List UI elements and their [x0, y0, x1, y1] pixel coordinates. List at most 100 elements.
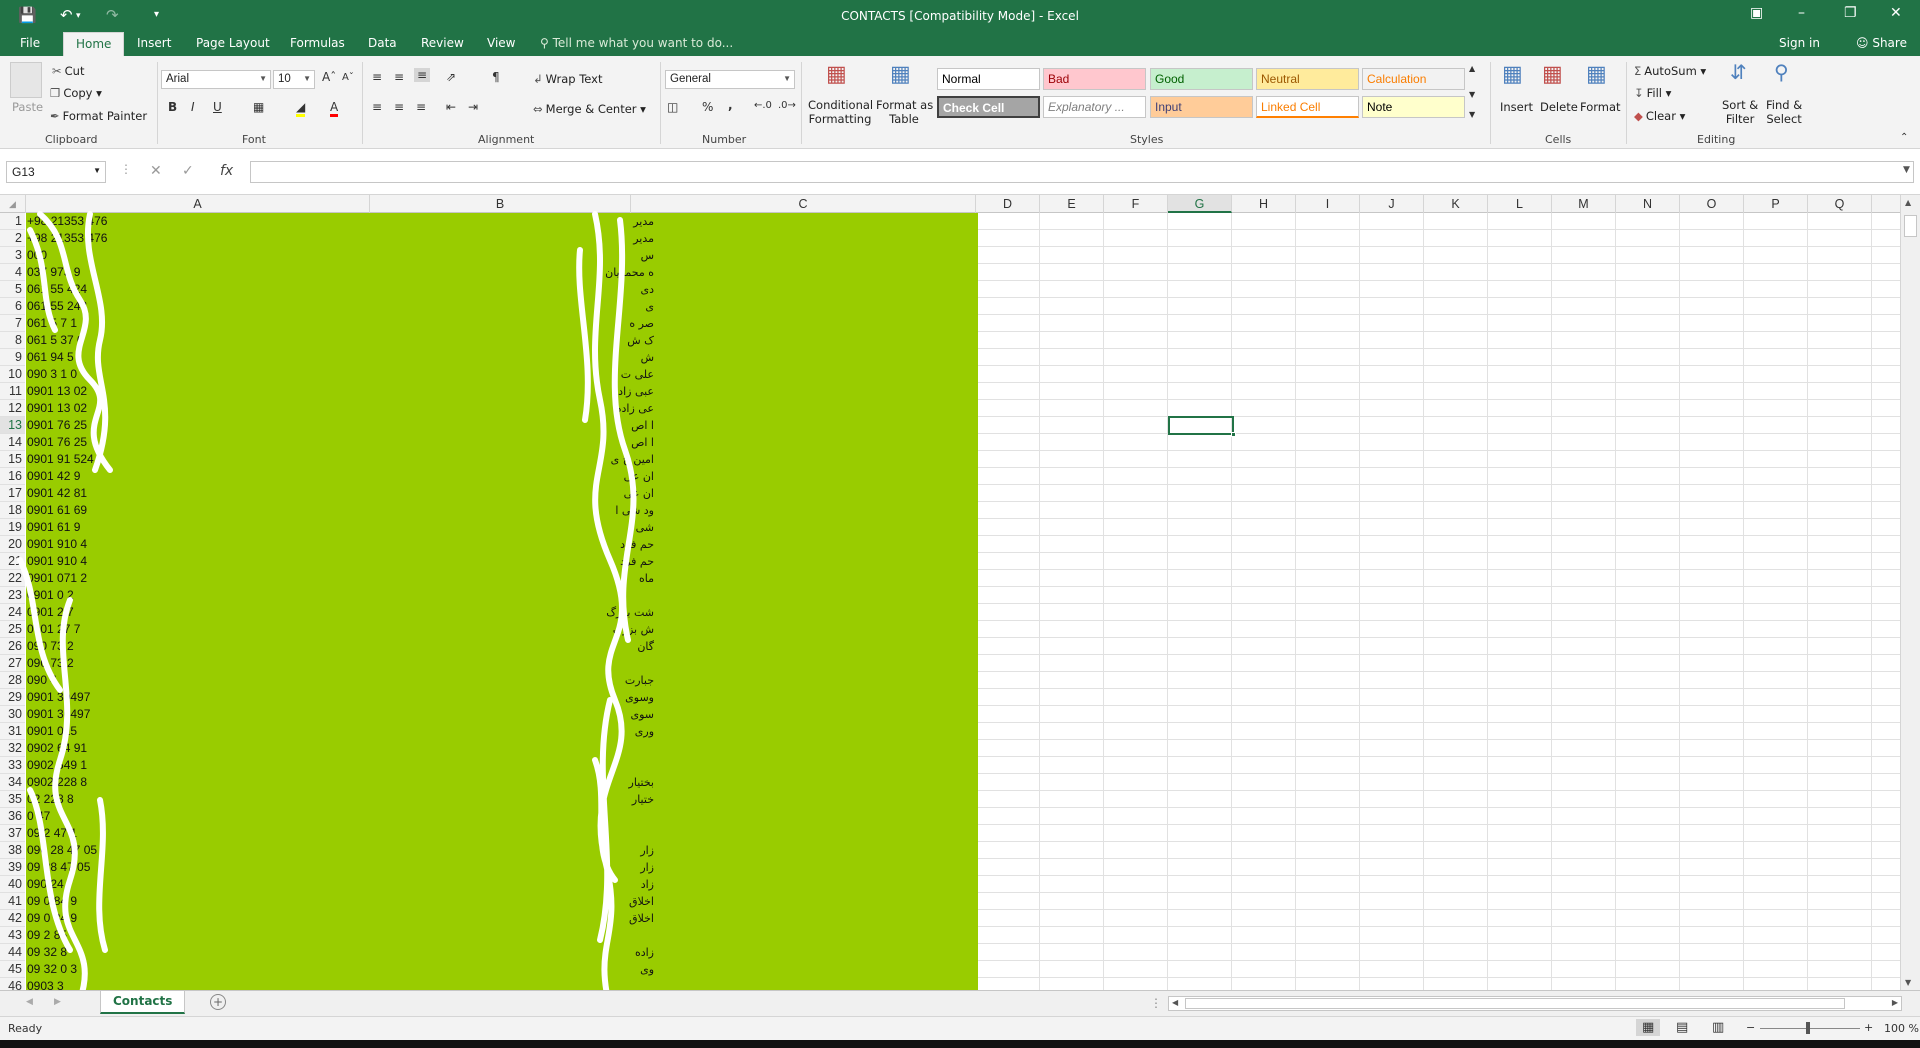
italic-button[interactable]: I	[191, 100, 195, 114]
close-icon[interactable]: ✕	[1890, 5, 1902, 21]
number-format-select[interactable]: General ▼	[665, 70, 795, 89]
row-header[interactable]: 37	[0, 825, 25, 842]
row-header[interactable]: 29	[0, 689, 25, 706]
cell-b-name[interactable]: شی ا	[366, 519, 656, 536]
row-header[interactable]: 14	[0, 434, 25, 451]
cell-a-phone[interactable]: 0901 30497	[26, 706, 90, 723]
align-top-icon[interactable]: ≡	[372, 70, 382, 84]
cell-b-name[interactable]: ا اص	[366, 417, 656, 434]
fill-handle[interactable]	[1231, 432, 1236, 437]
cell-a-phone[interactable]: 0901 76 25	[26, 434, 87, 451]
merge-center-button[interactable]: ⇔ Merge & Center ▾	[533, 102, 646, 116]
cell-a-phone[interactable]: 061 94 5	[26, 349, 74, 366]
format-as-table-button[interactable]: Format as Table	[876, 98, 933, 126]
decrease-font-icon[interactable]: Aˇ	[342, 72, 354, 83]
cell-a-phone[interactable]: 0901 015	[26, 723, 77, 740]
collapse-ribbon-icon[interactable]: ⌃	[1900, 132, 1908, 143]
cell-a-phone[interactable]: 0901 071 2	[26, 570, 87, 587]
share-button[interactable]: ☺ Share	[1856, 36, 1907, 50]
row-header[interactable]: 33	[0, 757, 25, 774]
worksheet-grid[interactable]: ◢ ABCDEFGHIJKLMNOPQ +98 21353 476 مدیر +98…	[0, 195, 1900, 990]
cell-a-phone[interactable]: 037 973 9	[26, 264, 80, 281]
font-name-select[interactable]: Arial ▼	[161, 70, 271, 89]
cell-a-phone[interactable]: 061 5 37 0	[26, 332, 84, 349]
cancel-icon[interactable]: ✕	[150, 163, 162, 179]
row-header[interactable]: 15	[0, 451, 25, 468]
cell-a-phone[interactable]: 09 32 8	[26, 944, 67, 961]
cell-b-name[interactable]: بختیار	[366, 774, 656, 791]
font-color-icon[interactable]: A	[330, 100, 339, 117]
scroll-down-icon[interactable]: ▼	[1905, 978, 1911, 987]
horizontal-scrollbar[interactable]: ◀ ▶	[1168, 996, 1902, 1011]
column-header-l[interactable]: L	[1488, 195, 1552, 213]
tab-home[interactable]: Home	[63, 32, 125, 56]
row-header[interactable]: 8	[0, 332, 25, 349]
cell-b-name[interactable]: شت بزرگ	[366, 604, 656, 621]
enter-icon[interactable]: ✓	[182, 163, 194, 179]
normal-view-icon[interactable]: ▦	[1636, 1019, 1661, 1036]
gallery-more-icon[interactable]: ▼	[1469, 110, 1475, 119]
cell-a-phone[interactable]: 0901 61 9	[26, 519, 80, 536]
bold-button[interactable]: B	[168, 100, 177, 114]
row-header[interactable]: 3	[0, 247, 25, 264]
cell-a-phone[interactable]: 0901 2 7	[26, 604, 74, 621]
cell-b-name[interactable]: زاده	[366, 944, 656, 961]
row-header[interactable]: 7	[0, 315, 25, 332]
split-handle-icon[interactable]: ⋮	[1150, 996, 1162, 1010]
horizontal-scroll-thumb[interactable]	[1185, 998, 1845, 1009]
delete-cells-icon[interactable]: ▦	[1542, 62, 1563, 87]
currency-icon[interactable]: ◫	[667, 100, 678, 114]
row-header[interactable]: 31	[0, 723, 25, 740]
column-header-f[interactable]: F	[1104, 195, 1168, 213]
cell-b-name[interactable]: ه محمدیان	[366, 264, 656, 281]
cell-style-input[interactable]: Input	[1150, 96, 1253, 118]
cell-style-check-cell[interactable]: Check Cell	[937, 96, 1040, 118]
cell-a-phone[interactable]: 09 0 84 9	[26, 893, 77, 910]
select-all-corner[interactable]: ◢	[0, 195, 26, 213]
selected-cell-g13[interactable]	[1168, 416, 1236, 437]
increase-decimal-icon[interactable]: ←.0	[754, 100, 772, 111]
cell-b-name[interactable]: مدیر	[366, 230, 656, 247]
cell-b-name[interactable]: دی	[366, 281, 656, 298]
orientation-icon[interactable]: ⇗	[446, 70, 456, 84]
sheet-tab-contacts[interactable]: Contacts	[100, 991, 186, 1014]
column-header-a[interactable]: A	[26, 195, 370, 213]
find-select-button[interactable]: Find & Select	[1766, 98, 1802, 126]
cell-style-linked-cell[interactable]: Linked Cell	[1256, 96, 1359, 118]
cell-b-name[interactable]: امین خ ی	[366, 451, 656, 468]
conditional-formatting-icon[interactable]: ▦	[826, 62, 847, 87]
cell-style-neutral[interactable]: Neutral	[1256, 68, 1359, 90]
cell-a-phone[interactable]: 0901 13 02	[26, 383, 87, 400]
tab-insert[interactable]: Insert	[137, 36, 171, 50]
page-layout-view-icon[interactable]: ▤	[1676, 1020, 1688, 1035]
column-header-e[interactable]: E	[1040, 195, 1104, 213]
find-icon[interactable]: ⚲	[1774, 60, 1789, 84]
delete-cells-button[interactable]: Delete	[1540, 100, 1578, 114]
cell-a-phone[interactable]: 09 2 85	[26, 927, 67, 944]
format-as-table-icon[interactable]: ▦	[890, 62, 911, 87]
cell-b-name[interactable]	[366, 655, 656, 672]
cell-b-name[interactable]	[366, 978, 656, 990]
cell-a-phone[interactable]: 02 228 8	[26, 791, 74, 808]
scroll-right-icon[interactable]: ▶	[1892, 998, 1898, 1007]
sort-filter-button[interactable]: Sort & Filter	[1722, 98, 1758, 126]
cell-b-name[interactable]: زار	[366, 859, 656, 876]
minimize-icon[interactable]: –	[1798, 5, 1805, 21]
comma-button[interactable]: ,	[728, 98, 733, 112]
zoom-in-icon[interactable]: +	[1864, 1021, 1873, 1034]
wrap-text-button[interactable]: ↲ Wrap Text	[533, 72, 602, 86]
cell-a-phone[interactable]: 090 3 1 0	[26, 366, 77, 383]
row-header[interactable]: 26	[0, 638, 25, 655]
percent-button[interactable]: %	[702, 100, 713, 114]
cell-a-phone[interactable]: 0901 910 4	[26, 553, 87, 570]
decrease-indent-icon[interactable]: ⇤	[446, 100, 456, 114]
cells-area[interactable]: +98 21353 476 مدیر +98 21353 476 مدیر 000 س 03…	[26, 213, 1900, 990]
tab-data[interactable]: Data	[368, 36, 397, 50]
add-sheet-icon[interactable]: +	[210, 994, 226, 1010]
cell-a-phone[interactable]: 0901 61 69	[26, 502, 87, 519]
row-header[interactable]: 30	[0, 706, 25, 723]
row-header[interactable]: 12	[0, 400, 25, 417]
cell-a-phone[interactable]: 090 4	[26, 672, 57, 689]
row-header[interactable]: 42	[0, 910, 25, 927]
cell-a-phone[interactable]: 09 28 47 05	[26, 859, 90, 876]
